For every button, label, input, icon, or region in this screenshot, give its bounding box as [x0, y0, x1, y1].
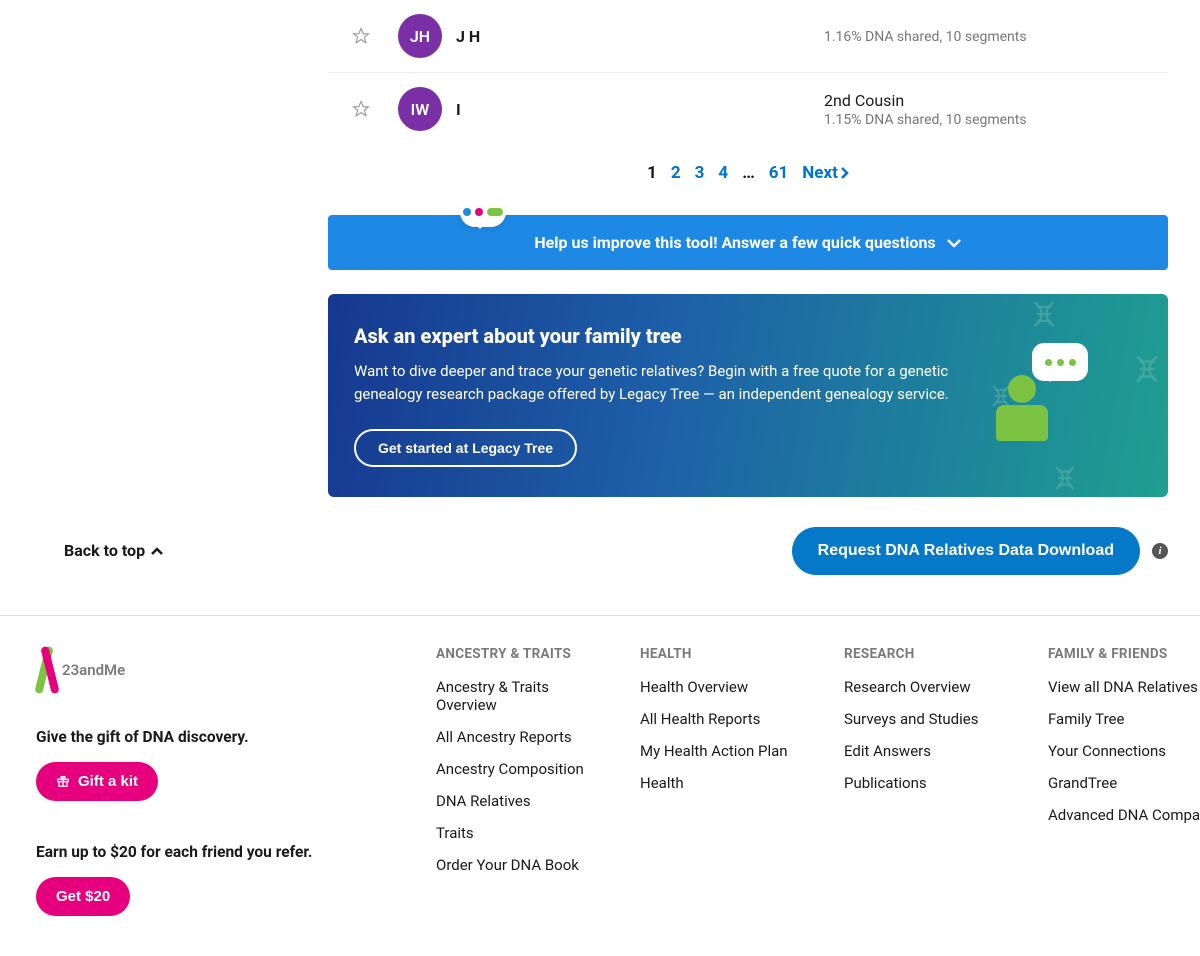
- gift-kit-label: Gift a kit: [78, 773, 138, 790]
- page-link[interactable]: 3: [695, 163, 705, 183]
- footer-column-heading: RESEARCH: [844, 646, 1020, 662]
- avatar: IW: [398, 87, 442, 131]
- footer-column: RESEARCH Research Overview Surveys and S…: [844, 646, 1020, 916]
- footer-link[interactable]: DNA Relatives: [436, 792, 612, 810]
- expert-cta-button[interactable]: Get started at Legacy Tree: [354, 429, 577, 467]
- refer-button[interactable]: Get $20: [36, 877, 130, 916]
- footer-link[interactable]: All Ancestry Reports: [436, 728, 612, 746]
- avatar: JH: [398, 14, 442, 58]
- relative-name: J H: [456, 27, 824, 46]
- expert-title: Ask an expert about your family tree: [354, 324, 954, 348]
- star-icon[interactable]: [352, 27, 370, 45]
- footer: 23andMe Give the gift of DNA discovery. …: [0, 615, 1200, 956]
- brand-name: 23andMe: [62, 661, 125, 679]
- dna-icon: [1132, 354, 1162, 384]
- speech-bubble-icon: [460, 197, 506, 227]
- footer-column-heading: ANCESTRY & TRAITS: [436, 646, 612, 662]
- relative-row[interactable]: JH J H 1.16% DNA shared, 10 segments: [328, 0, 1168, 73]
- footer-link[interactable]: Health: [640, 774, 816, 792]
- footer-link[interactable]: Research Overview: [844, 678, 1020, 696]
- person-icon: [1008, 375, 1036, 403]
- person-icon: [996, 405, 1048, 441]
- page-link[interactable]: 2: [671, 163, 681, 183]
- feedback-banner[interactable]: Help us improve this tool! Answer a few …: [328, 215, 1168, 270]
- dna-icon: [1052, 465, 1078, 491]
- relationship-label: 2nd Cousin: [824, 91, 1144, 110]
- pagination: 1 2 3 4 … 61 Next: [328, 145, 1168, 207]
- footer-column: HEALTH Health Overview All Health Report…: [640, 646, 816, 916]
- footer-link[interactable]: My Health Action Plan: [640, 742, 816, 760]
- footer-link[interactable]: Ancestry & Traits Overview: [436, 678, 612, 714]
- logo-mark-icon: [36, 646, 58, 694]
- gift-promo-heading: Give the gift of DNA discovery.: [36, 728, 396, 746]
- footer-link[interactable]: Order Your DNA Book: [436, 856, 612, 874]
- page-next[interactable]: Next: [802, 163, 849, 183]
- expert-description: Want to dive deeper and trace your genet…: [354, 360, 954, 407]
- back-to-top-button[interactable]: Back to top: [64, 541, 163, 560]
- footer-link[interactable]: Surveys and Studies: [844, 710, 1020, 728]
- expert-graphic: [978, 335, 1128, 455]
- chevron-right-icon: [840, 167, 849, 179]
- footer-link[interactable]: Traits: [436, 824, 612, 842]
- page-current: 1: [647, 163, 657, 183]
- page-link[interactable]: 4: [718, 163, 728, 183]
- dna-shared-label: 1.15% DNA shared, 10 segments: [824, 112, 1144, 128]
- page-ellipsis: …: [742, 163, 755, 183]
- back-to-top-label: Back to top: [64, 541, 145, 560]
- footer-column-heading: HEALTH: [640, 646, 816, 662]
- footer-link[interactable]: Health Overview: [640, 678, 816, 696]
- footer-link[interactable]: Ancestry Composition: [436, 760, 612, 778]
- footer-link[interactable]: GrandTree: [1048, 774, 1200, 792]
- star-icon[interactable]: [352, 100, 370, 118]
- footer-link[interactable]: All Health Reports: [640, 710, 816, 728]
- relative-name: I: [456, 100, 824, 119]
- footer-link[interactable]: Publications: [844, 774, 1020, 792]
- footer-column: ANCESTRY & TRAITS Ancestry & Traits Over…: [436, 646, 612, 916]
- brand-logo[interactable]: 23andMe: [36, 646, 396, 694]
- download-data-button[interactable]: Request DNA Relatives Data Download: [792, 527, 1140, 575]
- page-next-label: Next: [802, 163, 838, 183]
- chevron-down-icon: [946, 238, 962, 248]
- footer-link[interactable]: Family Tree: [1048, 710, 1200, 728]
- chevron-up-icon: [151, 547, 163, 555]
- footer-link[interactable]: Advanced DNA Comparison: [1048, 806, 1200, 824]
- relative-row[interactable]: IW I 2nd Cousin 1.15% DNA shared, 10 seg…: [328, 73, 1168, 145]
- footer-column-heading: FAMILY & FRIENDS: [1048, 646, 1200, 662]
- gift-kit-button[interactable]: Gift a kit: [36, 762, 158, 801]
- footer-link[interactable]: Your Connections: [1048, 742, 1200, 760]
- refer-promo-heading: Earn up to $20 for each friend you refer…: [36, 843, 396, 861]
- info-icon[interactable]: i: [1152, 543, 1168, 559]
- footer-link[interactable]: View all DNA Relatives: [1048, 678, 1200, 696]
- dna-icon: [1030, 300, 1058, 328]
- expert-card: Ask an expert about your family tree Wan…: [328, 294, 1168, 497]
- footer-link[interactable]: Edit Answers: [844, 742, 1020, 760]
- chat-bubble-icon: [1032, 343, 1088, 381]
- feedback-text: Help us improve this tool! Answer a few …: [534, 233, 935, 252]
- dna-shared-label: 1.16% DNA shared, 10 segments: [824, 29, 1144, 45]
- gift-icon: [56, 774, 70, 788]
- page-link-last[interactable]: 61: [769, 163, 789, 183]
- footer-column: FAMILY & FRIENDS View all DNA Relatives …: [1048, 646, 1200, 916]
